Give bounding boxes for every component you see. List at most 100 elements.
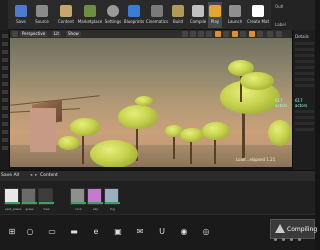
grid-snap-icon[interactable] xyxy=(215,31,221,37)
save-icon xyxy=(15,5,27,17)
outliner-row[interactable] xyxy=(295,66,314,69)
mode-item[interactable] xyxy=(2,82,8,86)
mode-item[interactable] xyxy=(2,146,8,150)
material-icon xyxy=(252,5,264,17)
asset-type-bar xyxy=(71,202,86,204)
windows-start-icon[interactable]: ⊞ xyxy=(4,223,20,239)
save-all-button[interactable]: Save All xyxy=(1,173,19,178)
mode-item[interactable] xyxy=(2,66,8,70)
mode-item[interactable] xyxy=(2,130,8,134)
scale-size-icon[interactable] xyxy=(257,31,263,37)
camera-speed-icon[interactable] xyxy=(267,31,273,37)
actor-count: 617 actors xyxy=(275,98,288,108)
steam-icon[interactable]: ◎ xyxy=(198,223,214,239)
launch-icon xyxy=(229,5,241,17)
scale-snap-icon[interactable] xyxy=(249,31,255,37)
blueprint-icon xyxy=(128,5,140,17)
gear-icon xyxy=(107,5,119,17)
explorer-icon[interactable]: ▬ xyxy=(66,223,82,239)
asset-type-bar xyxy=(5,202,20,204)
outliner-row[interactable] xyxy=(295,42,314,45)
details-title: Details xyxy=(295,34,309,39)
outliner-row[interactable] xyxy=(295,72,314,75)
tray-icon[interactable] xyxy=(290,238,293,241)
grid-size-icon[interactable] xyxy=(223,31,229,37)
search-icon[interactable]: ○ xyxy=(22,223,38,239)
mode-item[interactable] xyxy=(2,98,8,102)
cinematics-button[interactable]: Cinematics xyxy=(146,2,168,28)
show-button[interactable]: Show xyxy=(66,31,81,37)
windows-taskbar: ⊞ ○ ▭ ▬ e ▣ ✉ U ◉ ◎ Compiling xyxy=(0,214,317,250)
build-icon xyxy=(172,5,184,17)
build-button[interactable]: Build xyxy=(170,2,186,28)
tray-icon[interactable] xyxy=(282,238,285,241)
source-control-icon xyxy=(36,5,48,17)
tray-icon[interactable] xyxy=(274,238,277,241)
rotate-icon[interactable] xyxy=(198,31,204,37)
back-arrow-icon[interactable]: ◂ xyxy=(30,173,32,178)
marketplace-button[interactable]: Marketplace xyxy=(78,2,102,28)
mode-item[interactable] xyxy=(2,90,8,94)
asset-thumbnail[interactable]: sky xyxy=(87,188,103,211)
mode-item[interactable] xyxy=(2,114,8,118)
tray-icon[interactable] xyxy=(298,238,301,241)
mode-item[interactable] xyxy=(2,106,8,110)
asset-thumbnail[interactable]: rock xyxy=(70,188,86,211)
source-control-button[interactable]: Source xyxy=(33,2,51,28)
asset-thumbnail[interactable]: spot_plane xyxy=(4,188,21,211)
breadcrumb-content[interactable]: Content xyxy=(40,173,58,178)
outliner-tab[interactable]: Outl Label xyxy=(271,0,315,30)
asset-type-bar xyxy=(22,202,37,204)
details-row[interactable] xyxy=(295,116,314,119)
mode-item[interactable] xyxy=(2,50,8,54)
mode-item[interactable] xyxy=(2,42,8,46)
chrome-icon[interactable]: ◉ xyxy=(176,223,192,239)
outliner-row[interactable] xyxy=(295,54,314,57)
play-button[interactable]: Play xyxy=(208,2,222,28)
mode-item[interactable] xyxy=(2,34,8,38)
content-browser: Save All ◂ ▸ Content spot_plane grass tr… xyxy=(0,170,315,214)
mode-item[interactable] xyxy=(2,138,8,142)
asset-type-bar xyxy=(105,202,120,204)
viewport-options-icon[interactable] xyxy=(12,31,18,37)
asset-thumbnail[interactable]: fog xyxy=(104,188,120,211)
mode-item[interactable] xyxy=(2,74,8,78)
warning-icon xyxy=(275,224,285,233)
select-mode-icon[interactable] xyxy=(182,31,188,37)
viewport-toolbar: Perspective Lit Show xyxy=(10,30,292,38)
mode-item[interactable] xyxy=(2,122,8,126)
create-mat-button[interactable]: Create Mat xyxy=(247,2,269,28)
details-row[interactable] xyxy=(295,128,314,131)
content-button[interactable]: Content xyxy=(56,2,76,28)
details-row[interactable] xyxy=(295,122,314,125)
level-viewport[interactable]: Perspective Lit Show 617 actors Load...e… xyxy=(10,30,292,167)
edge-icon[interactable]: e xyxy=(88,223,104,239)
details-row[interactable] xyxy=(295,110,314,113)
compiling-notification[interactable]: Compiling xyxy=(270,219,317,239)
compile-icon xyxy=(192,5,204,17)
mail-icon[interactable]: ✉ xyxy=(132,223,148,239)
task-view-icon[interactable]: ▭ xyxy=(44,223,60,239)
rotation-size-icon[interactable] xyxy=(240,31,246,37)
rotation-snap-icon[interactable] xyxy=(232,31,238,37)
store-icon[interactable]: ▣ xyxy=(110,223,126,239)
asset-thumbnail[interactable]: grass xyxy=(21,188,37,211)
blueprints-button[interactable]: Blueprints xyxy=(124,2,144,28)
outliner-row[interactable] xyxy=(295,84,314,87)
maximize-viewport-icon[interactable] xyxy=(276,31,282,37)
translate-icon[interactable] xyxy=(190,31,196,37)
outliner-row[interactable] xyxy=(295,60,314,63)
view-mode-button[interactable]: Perspective xyxy=(20,31,48,37)
asset-thumbnail[interactable]: tree xyxy=(38,188,54,211)
launch-button[interactable]: Launch xyxy=(226,2,244,28)
outliner-row[interactable] xyxy=(295,78,314,81)
settings-button[interactable]: Settings xyxy=(104,2,122,28)
forward-arrow-icon[interactable]: ▸ xyxy=(35,173,37,178)
unreal-icon[interactable]: U xyxy=(154,223,170,239)
scale-icon[interactable] xyxy=(206,31,212,37)
save-button[interactable]: Save xyxy=(12,2,30,28)
lit-mode-button[interactable]: Lit xyxy=(52,31,61,37)
mode-item[interactable] xyxy=(2,58,8,62)
compile-button[interactable]: Compile xyxy=(189,2,207,28)
outliner-row[interactable] xyxy=(295,48,314,51)
